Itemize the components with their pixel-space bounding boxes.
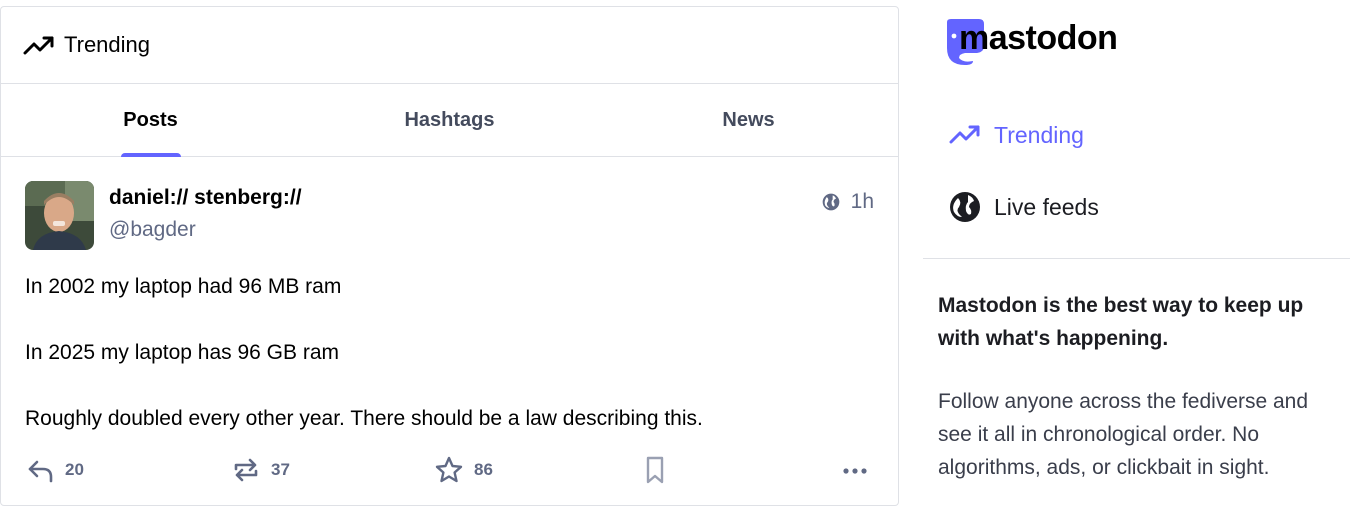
star-icon bbox=[435, 456, 463, 483]
post-time[interactable]: 1h bbox=[851, 190, 874, 214]
post-paragraph: In 2025 my laptop has 96 GB ram bbox=[25, 341, 340, 364]
post-actions: 20 37 86 bbox=[25, 455, 875, 491]
trending-icon bbox=[949, 125, 980, 144]
post-paragraph: Roughly doubled every other year. There … bbox=[25, 407, 703, 430]
reply-count: 20 bbox=[65, 460, 84, 479]
reply-icon bbox=[28, 460, 53, 483]
bookmark-button[interactable] bbox=[640, 455, 680, 485]
nav-trending[interactable]: Trending bbox=[948, 118, 1084, 152]
tab-news[interactable]: News bbox=[599, 84, 898, 156]
column-title: Trending bbox=[64, 32, 151, 57]
username[interactable]: @bagder bbox=[109, 218, 302, 242]
more-options-button[interactable] bbox=[840, 455, 880, 485]
boost-button[interactable]: 37 bbox=[231, 455, 290, 485]
divider bbox=[923, 258, 1350, 259]
pitch-body: Follow anyone across the fediverse and s… bbox=[938, 390, 1309, 479]
post-meta[interactable]: 1h bbox=[821, 190, 874, 214]
globe-icon bbox=[822, 193, 839, 211]
globe-icon bbox=[950, 192, 980, 222]
main-column: Trending Posts Hashtags News daniel:// s… bbox=[0, 6, 899, 506]
reply-button[interactable]: 20 bbox=[25, 455, 84, 485]
column-header[interactable]: Trending bbox=[1, 7, 898, 84]
account-info[interactable]: daniel:// stenberg:// @bagder bbox=[109, 186, 302, 242]
trending-icon bbox=[23, 36, 54, 55]
tab-posts[interactable]: Posts bbox=[1, 84, 300, 156]
nav-live-feeds[interactable]: Live feeds bbox=[948, 190, 1099, 224]
post-content: In 2002 my laptop had 96 MB ram In 2025 … bbox=[25, 270, 875, 435]
logo-text: mastodon bbox=[959, 18, 1118, 57]
more-icon bbox=[843, 468, 867, 474]
explore-tabs: Posts Hashtags News bbox=[1, 84, 898, 157]
avatar[interactable] bbox=[25, 181, 94, 250]
sign-up-pitch: Mastodon is the best way to keep up with… bbox=[938, 289, 1343, 484]
mastodon-logo[interactable]: mastodon bbox=[943, 18, 1118, 66]
post-paragraph: In 2002 my laptop had 96 MB ram bbox=[25, 275, 342, 298]
nav-trending-label: Trending bbox=[994, 121, 1084, 148]
status-post[interactable]: daniel:// stenberg:// @bagder 1h In 2002… bbox=[1, 157, 898, 484]
pitch-headline: Mastodon is the best way to keep up with… bbox=[938, 294, 1304, 350]
boost-icon bbox=[234, 458, 258, 482]
boost-count: 37 bbox=[271, 460, 290, 479]
nav-live-feeds-label: Live feeds bbox=[994, 193, 1099, 220]
display-name[interactable]: daniel:// stenberg:// bbox=[109, 186, 302, 210]
favourite-button[interactable]: 86 bbox=[434, 455, 493, 485]
favourite-count: 86 bbox=[474, 460, 493, 479]
bookmark-icon bbox=[646, 456, 664, 484]
tab-hashtags[interactable]: Hashtags bbox=[300, 84, 599, 156]
